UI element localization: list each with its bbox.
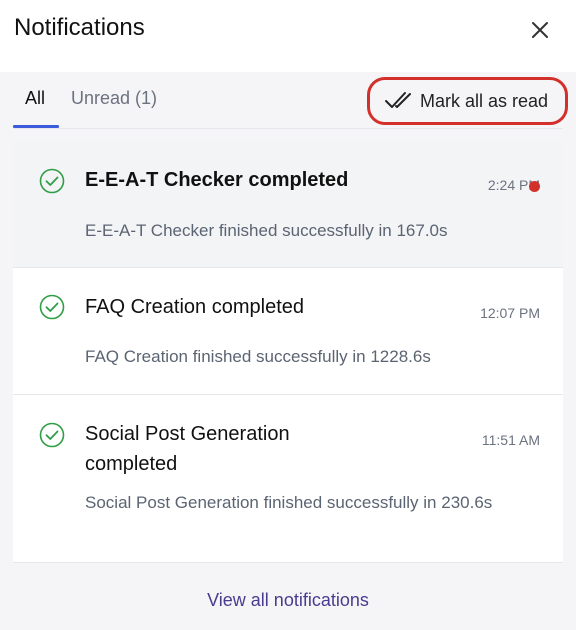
notification-description: FAQ Creation finished successfully in 12… — [85, 347, 431, 366]
notification-time: 12:07 PM — [480, 305, 540, 321]
view-all-notifications-link[interactable]: View all notifications — [207, 590, 369, 610]
notification-list: E-E-A-T Checker completed 2:24 PM E-E-A-… — [13, 141, 563, 563]
notification-item[interactable]: FAQ Creation completed 12:07 PM FAQ Crea… — [13, 268, 563, 395]
notification-item[interactable]: E-E-A-T Checker completed 2:24 PM E-E-A-… — [13, 141, 563, 268]
tab-all[interactable]: All — [25, 88, 45, 109]
notification-title: E-E-A-T Checker completed — [85, 169, 349, 191]
tab-unread[interactable]: Unread (1) — [71, 88, 157, 109]
check-circle-icon — [39, 168, 65, 194]
panel-title: Notifications — [14, 14, 145, 41]
notification-item[interactable]: Social Post Generation completed 11:51 A… — [13, 395, 563, 563]
close-button[interactable] — [526, 16, 554, 44]
mark-all-read-button[interactable]: Mark all as read — [367, 77, 568, 125]
double-check-icon — [385, 92, 411, 108]
unread-dot — [529, 181, 540, 192]
panel-header: Notifications — [0, 0, 576, 72]
notification-description: Social Post Generation finished successf… — [85, 493, 493, 512]
notification-time: 11:51 AM — [481, 432, 540, 448]
close-icon — [532, 22, 548, 38]
mark-all-read-label: Mark all as read — [420, 90, 549, 111]
notification-title: FAQ Creation completed — [85, 296, 304, 318]
notification-description: E-E-A-T Checker finished successfully in… — [85, 221, 448, 240]
tabs-divider — [13, 128, 563, 129]
check-circle-icon — [39, 422, 65, 448]
notification-title: Social Post Generation completed — [85, 423, 290, 475]
panel-footer: View all notifications — [0, 578, 576, 622]
check-circle-icon — [39, 294, 65, 320]
